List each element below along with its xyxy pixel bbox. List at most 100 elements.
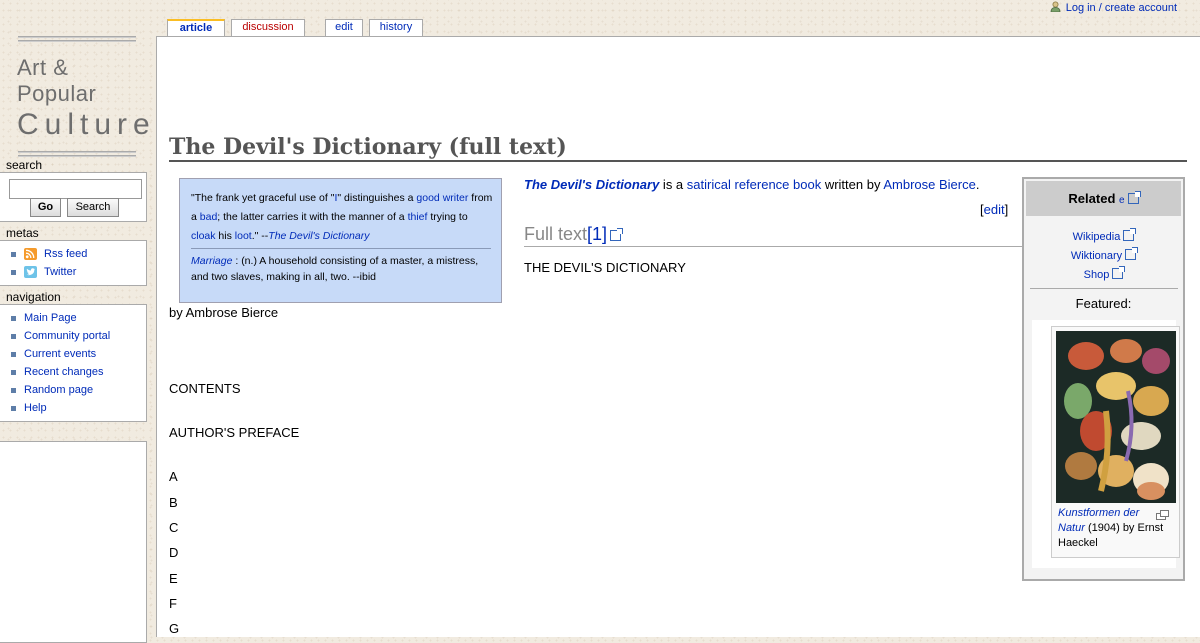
related-divider bbox=[1030, 288, 1178, 289]
sidebar-item-recent-changes[interactable]: Recent changes bbox=[0, 363, 146, 381]
search-button[interactable]: Search bbox=[67, 198, 119, 217]
external-link-icon bbox=[610, 228, 624, 241]
quote-link-writer[interactable]: writer bbox=[443, 192, 469, 204]
body-heading: THE DEVIL'S DICTIONARY bbox=[524, 260, 686, 275]
search-heading: search bbox=[6, 158, 43, 172]
related-heading-link[interactable]: e bbox=[1119, 195, 1125, 206]
quote-source-link[interactable]: The Devil's Dictionary bbox=[268, 230, 369, 242]
letter-item: E bbox=[169, 571, 178, 586]
external-link-icon bbox=[1112, 266, 1126, 279]
external-link-icon bbox=[1123, 228, 1137, 241]
featured-image[interactable] bbox=[1056, 331, 1176, 503]
sidebar-item-label[interactable]: Random page bbox=[24, 384, 93, 396]
personal-bar: Log in / create account bbox=[1050, 0, 1177, 14]
related-link-wikipedia[interactable]: Wikipedia bbox=[1024, 228, 1183, 243]
logo-line-1: Art & Popular bbox=[17, 55, 97, 106]
quote-link-loot[interactable]: loot bbox=[235, 230, 252, 242]
related-link-label[interactable]: Wikipedia bbox=[1073, 231, 1121, 243]
bullet-icon bbox=[11, 370, 16, 375]
bullet-icon bbox=[11, 316, 16, 321]
section-heading: Full text[1] bbox=[524, 222, 1022, 247]
tab-label[interactable]: article bbox=[180, 22, 212, 34]
external-link-icon bbox=[1127, 191, 1141, 204]
sidebar-item-label[interactable]: Recent changes bbox=[24, 366, 104, 378]
intro-paragraph: The Devil's Dictionary is a satirical re… bbox=[524, 177, 980, 192]
featured-thumbnail: Kunstformen der Natur (1904) by Ernst Ha… bbox=[1051, 326, 1180, 558]
bullet-icon bbox=[11, 388, 16, 393]
enlarge-icon[interactable] bbox=[1156, 509, 1169, 520]
external-link-icon bbox=[1125, 247, 1139, 260]
letter-item: A bbox=[169, 469, 178, 484]
sidebar-ad-box bbox=[0, 441, 147, 643]
book-link[interactable]: The Devil's Dictionary bbox=[524, 177, 659, 192]
quote-marriage: Marriage : (n.) A household consisting o… bbox=[191, 255, 479, 283]
tab-label[interactable]: edit bbox=[335, 21, 353, 33]
metas-portlet: Rss feed Twitter bbox=[0, 240, 147, 286]
reference-book-link[interactable]: reference book bbox=[734, 177, 821, 192]
sidebar-item-label[interactable]: Rss feed bbox=[44, 248, 87, 260]
sidebar-item-random-page[interactable]: Random page bbox=[0, 381, 146, 399]
quote-link-cloak[interactable]: cloak bbox=[191, 230, 216, 242]
sidebar-item-label[interactable]: Current events bbox=[24, 348, 96, 360]
byline: by Ambrose Bierce bbox=[169, 305, 279, 320]
letter-item: F bbox=[169, 596, 177, 611]
quote-divider bbox=[191, 248, 491, 249]
author-link[interactable]: Ambrose Bierce bbox=[883, 177, 975, 192]
sidebar-item-twitter[interactable]: Twitter bbox=[0, 263, 146, 281]
section-ref-link[interactable]: [1] bbox=[587, 224, 607, 244]
preface-label: AUTHOR'S PREFACE bbox=[169, 425, 300, 440]
navigation-heading: navigation bbox=[6, 290, 61, 304]
featured-thumb-area: Kunstformen der Natur (1904) by Ernst Ha… bbox=[1032, 320, 1180, 568]
sidebar-item-label[interactable]: Main Page bbox=[24, 312, 77, 324]
go-button[interactable]: Go bbox=[30, 198, 61, 217]
related-link-shop[interactable]: Shop bbox=[1024, 266, 1183, 281]
bullet-icon bbox=[11, 406, 16, 411]
related-heading: Related e bbox=[1026, 181, 1181, 216]
letter-item: D bbox=[169, 545, 179, 560]
letter-item: C bbox=[169, 520, 179, 535]
tab-label[interactable]: discussion bbox=[242, 21, 293, 33]
sidebar-item-label[interactable]: Community portal bbox=[24, 330, 110, 342]
related-link-wiktionary[interactable]: Wiktionary bbox=[1024, 247, 1183, 262]
quote-link-thief[interactable]: thief bbox=[408, 211, 428, 223]
sidebar-item-label[interactable]: Help bbox=[24, 402, 47, 414]
featured-caption: Kunstformen der Natur (1904) by Ernst Ha… bbox=[1058, 507, 1164, 549]
quote-link-good[interactable]: good bbox=[416, 192, 439, 204]
tab-article[interactable]: article bbox=[167, 19, 225, 36]
twitter-icon bbox=[24, 266, 37, 278]
search-input[interactable] bbox=[9, 179, 142, 199]
tab-label[interactable]: history bbox=[380, 21, 412, 33]
logo-line-2: Culture bbox=[17, 108, 156, 141]
quote-link-bad[interactable]: bad bbox=[200, 211, 218, 223]
section-edit: [edit] bbox=[980, 202, 1009, 217]
page-title: The Devil's Dictionary (full text) bbox=[169, 133, 1187, 162]
metas-heading: metas bbox=[6, 226, 39, 240]
tab-history[interactable]: history bbox=[369, 19, 423, 36]
site-logo[interactable]: Art & Popular Culture bbox=[17, 36, 150, 157]
tab-discussion[interactable]: discussion bbox=[231, 19, 305, 36]
sidebar-item-label[interactable]: Twitter bbox=[44, 266, 76, 278]
related-box: Related e Wikipedia Wiktionary Shop Feat… bbox=[1022, 177, 1185, 581]
featured-label: Featured: bbox=[1075, 296, 1132, 311]
sidebar-item-help[interactable]: Help bbox=[0, 399, 146, 417]
sidebar-item-current-events[interactable]: Current events bbox=[0, 345, 146, 363]
rss-icon bbox=[24, 248, 37, 260]
bullet-icon bbox=[11, 252, 16, 257]
bullet-icon bbox=[11, 334, 16, 339]
related-link-label[interactable]: Wiktionary bbox=[1071, 250, 1122, 262]
sidebar-item-community-portal[interactable]: Community portal bbox=[0, 327, 146, 345]
user-icon bbox=[1050, 1, 1061, 13]
edit-link[interactable]: edit bbox=[984, 202, 1005, 217]
quote-text: "The frank yet graceful use of "I" disti… bbox=[191, 192, 493, 242]
navigation-portlet: Main Page Community portal Current event… bbox=[0, 304, 147, 422]
marriage-link[interactable]: Marriage bbox=[191, 255, 232, 267]
letter-item: G bbox=[169, 621, 180, 636]
related-link-label[interactable]: Shop bbox=[1084, 269, 1110, 281]
sidebar-item-rss-feed[interactable]: Rss feed bbox=[0, 245, 146, 263]
bullet-icon bbox=[11, 270, 16, 275]
tab-edit[interactable]: edit bbox=[325, 19, 363, 36]
sidebar-item-main-page[interactable]: Main Page bbox=[0, 309, 146, 327]
login-link[interactable]: Log in / create account bbox=[1066, 2, 1177, 14]
satirical-link[interactable]: satirical bbox=[687, 177, 731, 192]
bullet-icon bbox=[11, 352, 16, 357]
